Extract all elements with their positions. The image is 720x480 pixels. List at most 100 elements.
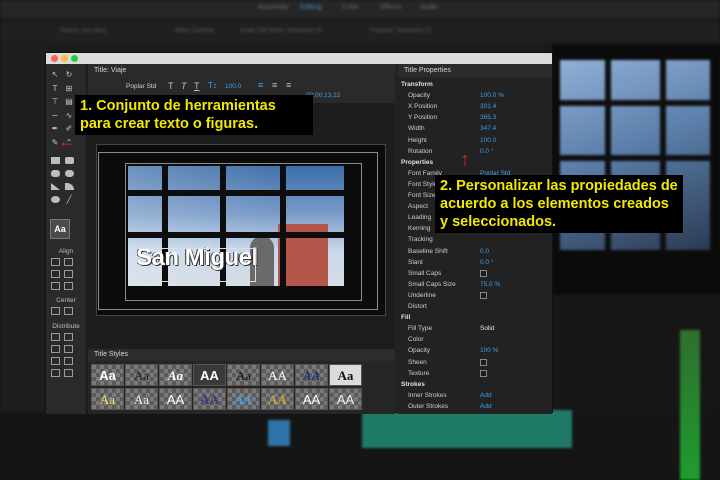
font-style-icon[interactable]: T — [168, 81, 174, 91]
clipped-rectangle-tool-icon[interactable] — [51, 170, 60, 177]
align-center-icon[interactable] — [51, 270, 60, 278]
align-center-text-icon[interactable]: ≡ — [272, 80, 277, 90]
style-swatch[interactable]: Aa — [125, 364, 158, 386]
rounded-corner-tool-icon[interactable] — [65, 170, 74, 177]
property-row[interactable]: X Position 301.4 — [398, 101, 548, 112]
property-checkbox[interactable] — [480, 291, 487, 299]
property-value[interactable]: Add — [480, 390, 492, 401]
panel-tab[interactable]: Audio Clip Mixer: Sequence 01 — [240, 28, 322, 34]
property-value[interactable]: 347.4 — [480, 123, 496, 134]
property-row[interactable]: Width 347.4 — [398, 123, 548, 134]
distribute-icon[interactable] — [64, 357, 73, 365]
property-value[interactable]: 100 % — [480, 345, 498, 356]
style-swatch[interactable]: AA — [193, 364, 226, 386]
rectangle-tool-icon[interactable] — [51, 157, 60, 164]
property-row[interactable]: Distort — [398, 301, 548, 312]
style-swatch[interactable]: AA — [227, 388, 260, 410]
align-top-icon[interactable] — [64, 258, 73, 266]
property-row[interactable]: Underline — [398, 290, 548, 301]
align-middle-icon[interactable] — [64, 270, 73, 278]
property-checkbox[interactable] — [480, 369, 487, 377]
property-row[interactable]: Opacity 100 % — [398, 345, 548, 356]
property-row[interactable]: Outer Stroke Delete Move Up — [398, 412, 548, 414]
path-type-tool-icon[interactable]: ∽ — [50, 111, 60, 120]
property-row[interactable]: Baseline Shift 0.0 — [398, 246, 548, 257]
property-value[interactable]: Add — [480, 401, 492, 412]
property-value[interactable]: 75.0 % — [480, 279, 500, 290]
align-left-icon[interactable] — [51, 258, 60, 266]
property-row[interactable]: Y Position 365.3 — [398, 112, 548, 123]
video-clip[interactable] — [268, 420, 290, 446]
distribute-icon[interactable] — [51, 369, 60, 377]
property-value[interactable]: Solid — [480, 323, 494, 334]
style-swatch[interactable]: Aa — [227, 364, 260, 386]
properties-section-header[interactable]: Fill▾ — [398, 312, 548, 323]
panel-tab[interactable]: Source: (no clips) — [60, 28, 107, 34]
workspace-tab[interactable]: Assembly — [258, 4, 288, 11]
vertical-type-tool-icon[interactable]: ⊤ — [50, 97, 60, 106]
style-swatch[interactable]: AA — [193, 388, 226, 410]
wedge-tool-icon[interactable] — [51, 183, 60, 190]
property-value[interactable]: 301.4 — [480, 101, 496, 112]
property-value[interactable]: 0.0 ° — [480, 257, 493, 268]
type-tool-icon[interactable]: T — [50, 84, 60, 93]
property-row[interactable]: Rotation 0.0 ° — [398, 146, 548, 157]
panel-tab[interactable]: Effect Controls — [175, 28, 214, 34]
distribute-icon[interactable] — [51, 345, 60, 353]
ellipse-tool-icon[interactable] — [51, 196, 60, 203]
property-value[interactable]: 100.0 % — [480, 90, 504, 101]
distribute-icon[interactable] — [51, 357, 60, 365]
align-right-icon[interactable] — [51, 282, 60, 290]
vertical-path-type-tool-icon[interactable]: ∿ — [64, 111, 74, 120]
property-row[interactable]: Inner Strokes Add — [398, 390, 548, 401]
maximize-icon[interactable] — [71, 55, 78, 62]
align-left-text-icon[interactable]: ≡ — [258, 80, 263, 90]
property-row[interactable]: Small Caps — [398, 268, 548, 279]
properties-section-header[interactable]: Strokes▾ — [398, 379, 548, 390]
style-swatch[interactable]: AA — [159, 388, 192, 410]
distribute-icon[interactable] — [64, 345, 73, 353]
style-swatch[interactable]: AA — [261, 388, 294, 410]
workspace-tab[interactable]: Effects — [380, 4, 401, 11]
property-row[interactable]: Small Caps Size 75.0 % — [398, 279, 548, 290]
distribute-icon[interactable] — [64, 369, 73, 377]
style-swatch[interactable]: Aa — [91, 388, 124, 410]
properties-section-header[interactable]: Properties▾ — [398, 157, 548, 168]
property-row[interactable]: Color — [398, 334, 548, 345]
property-row[interactable]: Tracking — [398, 234, 548, 245]
property-value[interactable]: 365.3 — [480, 112, 496, 123]
property-value[interactable]: 0.0 ° — [480, 146, 493, 157]
property-row[interactable]: Texture — [398, 368, 548, 379]
italic-icon[interactable]: T — [181, 81, 187, 91]
property-row[interactable]: Outer Strokes Add — [398, 401, 548, 412]
text-bounding-box[interactable] — [136, 248, 256, 282]
audio-clip[interactable] — [362, 410, 572, 448]
property-checkbox[interactable] — [480, 269, 487, 277]
workspace-tab[interactable]: Editing — [300, 4, 321, 11]
style-swatch[interactable]: Aa — [329, 364, 362, 386]
center-horizontal-icon[interactable] — [51, 307, 60, 315]
style-swatch[interactable]: AA — [295, 364, 328, 386]
style-swatch[interactable]: AA — [261, 364, 294, 386]
property-row[interactable]: Opacity 100.0 % — [398, 90, 548, 101]
property-checkbox[interactable] — [480, 358, 487, 366]
underline-icon[interactable]: T — [194, 81, 200, 91]
style-swatch[interactable]: Aa — [91, 364, 124, 386]
property-row[interactable]: Sheen — [398, 357, 548, 368]
style-swatch[interactable]: Aa — [159, 364, 192, 386]
center-vertical-icon[interactable] — [64, 307, 73, 315]
font-family-dropdown[interactable]: Poplar Std — [126, 83, 160, 90]
style-swatch[interactable]: Aa — [125, 388, 158, 410]
distribute-icon[interactable] — [64, 333, 73, 341]
style-swatch[interactable]: AA — [329, 388, 362, 410]
font-size-value[interactable]: 100.0 — [225, 83, 241, 90]
align-bottom-icon[interactable] — [64, 282, 73, 290]
properties-section-header[interactable]: Transform▾ — [398, 79, 548, 90]
property-value[interactable]: 100.0 — [480, 135, 496, 146]
property-value[interactable]: Delete Move Up — [480, 412, 527, 414]
style-swatch[interactable]: AA — [295, 388, 328, 410]
distribute-icon[interactable] — [51, 333, 60, 341]
property-row[interactable]: Height 100.0 — [398, 135, 548, 146]
panel-tab[interactable]: Program: Sequence 01 — [370, 28, 432, 34]
rotation-tool-icon[interactable]: ↻ — [64, 70, 74, 79]
